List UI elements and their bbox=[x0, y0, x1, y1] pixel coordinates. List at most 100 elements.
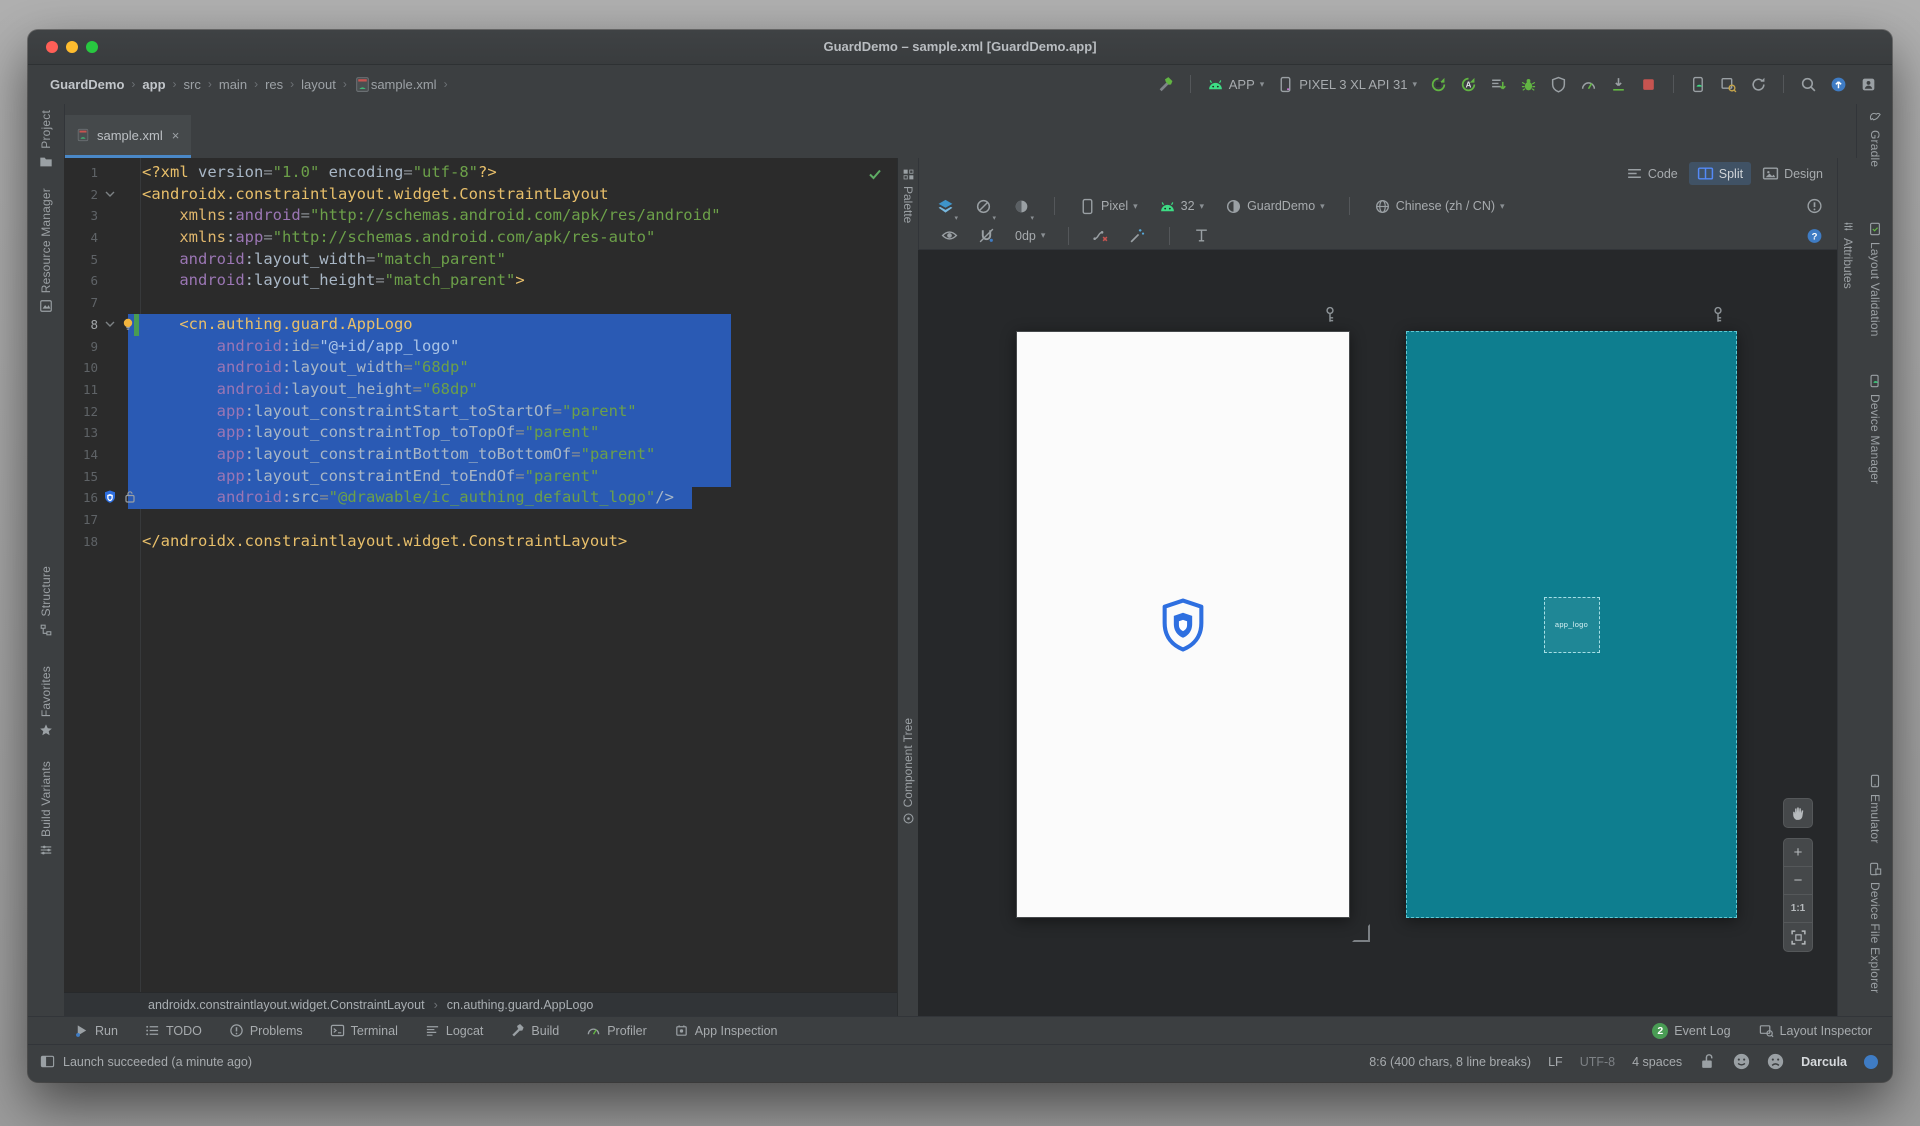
design-infer-constraints-button[interactable] bbox=[1126, 223, 1149, 249]
blueprint-preview-device[interactable]: app_logo bbox=[1406, 331, 1737, 918]
issues-icon[interactable] bbox=[1806, 198, 1823, 215]
breadcrumb-item-sample-xml[interactable]: sample.xml bbox=[371, 77, 437, 92]
status-widget-8-6-400-chars-8-line-breaks-[interactable]: 8:6 (400 chars, 8 line breaks) bbox=[1369, 1055, 1531, 1069]
code-line-16[interactable]: 16 android:src="@drawable/ic_authing_def… bbox=[64, 487, 897, 509]
code-line-9[interactable]: 9 android:id="@+id/app_logo" bbox=[64, 336, 897, 358]
mode-design-button[interactable]: Design bbox=[1754, 162, 1831, 185]
frowny-icon[interactable] bbox=[1767, 1053, 1784, 1070]
design-device-phone-sm-pixel-button[interactable]: Pixel▾ bbox=[1076, 193, 1141, 219]
tool-window-button-problems[interactable]: Problems bbox=[229, 1023, 303, 1038]
nav-sync-project-button[interactable] bbox=[1747, 71, 1770, 97]
breadcrumb-item-guarddemo[interactable]: GuardDemo bbox=[50, 77, 124, 92]
sidebar-item-resource-manager[interactable]: Resource Manager bbox=[28, 188, 64, 313]
code-line-18[interactable]: 18</androidx.constraintlayout.widget.Con… bbox=[64, 531, 897, 553]
zoom-actual-button[interactable]: 1:1 bbox=[1784, 895, 1812, 923]
code-line-5[interactable]: 5 android:layout_width="match_parent" bbox=[64, 249, 897, 271]
nav-search-everywhere-button[interactable] bbox=[1797, 71, 1820, 97]
tab-palette[interactable]: Palette bbox=[898, 168, 918, 223]
pan-button[interactable] bbox=[1783, 798, 1813, 828]
tool-window-button-app-inspection[interactable]: App Inspection bbox=[674, 1023, 778, 1038]
nav-debug-bug-button[interactable] bbox=[1517, 71, 1540, 97]
tool-window-button-logcat[interactable]: Logcat bbox=[425, 1023, 484, 1038]
breadcrumb-item-layout[interactable]: layout bbox=[301, 77, 336, 92]
code-line-3[interactable]: 3 xmlns:android="http://schemas.android.… bbox=[64, 205, 897, 227]
status-widget-lf[interactable]: LF bbox=[1548, 1055, 1563, 1069]
code-editor[interactable]: 1<?xml version="1.0" encoding="utf-8"?>2… bbox=[64, 158, 897, 992]
tool-window-button-terminal[interactable]: Terminal bbox=[330, 1023, 398, 1038]
code-line-17[interactable]: 17 bbox=[64, 509, 897, 531]
tool-window-button-profiler[interactable]: Profiler bbox=[586, 1023, 647, 1038]
nav-rerun-button[interactable] bbox=[1427, 71, 1450, 97]
design-surface[interactable]: app_logo + − 1:1 bbox=[918, 250, 1837, 1016]
preview-resize-handle[interactable] bbox=[1352, 924, 1370, 942]
bulb-icon[interactable] bbox=[120, 316, 136, 332]
tool-window-toggle-icon[interactable] bbox=[40, 1054, 55, 1069]
help-icon[interactable]: ? bbox=[1806, 227, 1823, 244]
design-preview-device[interactable] bbox=[1016, 331, 1350, 918]
code-line-15[interactable]: 15 app:layout_constraintEnd_toEndOf="par… bbox=[64, 466, 897, 488]
tool-window-button-todo[interactable]: TODO bbox=[145, 1023, 202, 1038]
sidebar-item-emulator[interactable]: Emulator bbox=[1857, 774, 1892, 844]
nav-profiler-gauge-button[interactable] bbox=[1577, 71, 1600, 97]
code-line-11[interactable]: 11 android:layout_height="68dp" bbox=[64, 379, 897, 401]
breadcrumb-item-res[interactable]: res bbox=[265, 77, 283, 92]
app-logo-component-bounds[interactable]: app_logo bbox=[1544, 597, 1600, 653]
tab-component-tree[interactable]: Component Tree bbox=[898, 718, 918, 825]
nav-apply-changes-button[interactable]: A bbox=[1457, 71, 1480, 97]
close-tab-icon[interactable]: × bbox=[172, 128, 180, 143]
code-line-13[interactable]: 13 app:layout_constraintTop_toTopOf="par… bbox=[64, 422, 897, 444]
design-magnet-off-button[interactable] bbox=[975, 223, 998, 249]
nav-hammer-button[interactable] bbox=[1154, 71, 1177, 97]
design-blueprint-off-button[interactable] bbox=[972, 193, 995, 219]
zoom-in-button[interactable]: + bbox=[1784, 839, 1812, 867]
status-widget-utf-8[interactable]: UTF-8 bbox=[1580, 1055, 1615, 1069]
code-line-10[interactable]: 10 android:layout_width="68dp" bbox=[64, 357, 897, 379]
authing-shield-logo[interactable] bbox=[1160, 598, 1206, 651]
design-pack-button[interactable] bbox=[1190, 223, 1213, 249]
lock-open-icon[interactable] bbox=[1699, 1053, 1716, 1070]
code-line-1[interactable]: 1<?xml version="1.0" encoding="utf-8"?> bbox=[64, 162, 897, 184]
status-widget-darcula[interactable]: Darcula bbox=[1801, 1055, 1847, 1069]
mode-split-button[interactable]: Split bbox=[1689, 162, 1751, 185]
tool-window-button-run[interactable]: Run bbox=[74, 1023, 118, 1038]
nav-ide-update-button[interactable] bbox=[1827, 71, 1850, 97]
code-line-7[interactable]: 7 bbox=[64, 292, 897, 314]
inspections-ok-icon[interactable] bbox=[867, 166, 883, 182]
sidebar-item-structure[interactable]: Structure bbox=[28, 566, 64, 637]
sidebar-item-device-file-explorer[interactable]: Device File Explorer bbox=[1857, 862, 1892, 993]
fold-icon[interactable] bbox=[102, 186, 118, 202]
design-globe-chinese-zh-cn--button[interactable]: Chinese (zh / CN)▾ bbox=[1371, 193, 1508, 219]
code-line-14[interactable]: 14 app:layout_constraintBottom_toBottomO… bbox=[64, 444, 897, 466]
nav-device-phone-pixel-3-xl-api-31-button[interactable]: PIXEL 3 XL API 31▾ bbox=[1274, 71, 1420, 97]
nav-device-manager-button[interactable] bbox=[1687, 71, 1710, 97]
sidebar-item-gradle[interactable]: Gradle bbox=[1857, 110, 1892, 167]
breadcrumb-item-src[interactable]: src bbox=[184, 77, 201, 92]
nav-stop-button[interactable] bbox=[1637, 71, 1660, 97]
design-layers-button[interactable] bbox=[934, 193, 957, 219]
sidebar-item-device-manager[interactable]: Device Manager bbox=[1857, 374, 1892, 484]
design-night-mode-button[interactable] bbox=[1010, 193, 1033, 219]
design-android-head-32-button[interactable]: 32▾ bbox=[1156, 193, 1207, 219]
code-line-12[interactable]: 12 app:layout_constraintStart_toStartOf=… bbox=[64, 401, 897, 423]
nav-android-head-app-button[interactable]: APP▾ bbox=[1204, 71, 1268, 97]
design-theme-guarddemo-button[interactable]: GuardDemo▾ bbox=[1222, 193, 1328, 219]
shield-mini-icon[interactable] bbox=[102, 489, 118, 505]
breadcrumb-element[interactable]: androidx.constraintlayout.widget.Constra… bbox=[148, 998, 425, 1012]
nav-profile-shield-button[interactable] bbox=[1547, 71, 1570, 97]
breadcrumb-item-app[interactable]: app bbox=[142, 77, 165, 92]
nav-apply-code-changes-button[interactable] bbox=[1487, 71, 1510, 97]
sidebar-item-build-variants[interactable]: Build Variants bbox=[28, 761, 64, 857]
tab-sample-xml[interactable]: sample.xml × bbox=[64, 115, 191, 158]
status-widget-4-spaces[interactable]: 4 spaces bbox=[1632, 1055, 1682, 1069]
design-item-0dp-button[interactable]: 0dp▾ bbox=[1012, 223, 1048, 249]
zoom-out-button[interactable]: − bbox=[1784, 867, 1812, 895]
sidebar-item-layout-validation[interactable]: Layout Validation bbox=[1857, 222, 1892, 337]
breadcrumb-element[interactable]: cn.authing.guard.AppLogo bbox=[447, 998, 594, 1012]
breadcrumb-item-main[interactable]: main bbox=[219, 77, 247, 92]
design-eye-button[interactable] bbox=[938, 223, 961, 249]
sidebar-item-favorites[interactable]: Favorites bbox=[28, 666, 64, 737]
code-line-4[interactable]: 4 xmlns:app="http://schemas.android.com/… bbox=[64, 227, 897, 249]
code-line-6[interactable]: 6 android:layout_height="match_parent"> bbox=[64, 270, 897, 292]
sidebar-item-project[interactable]: Project bbox=[28, 110, 64, 169]
fold-icon[interactable] bbox=[102, 316, 118, 332]
